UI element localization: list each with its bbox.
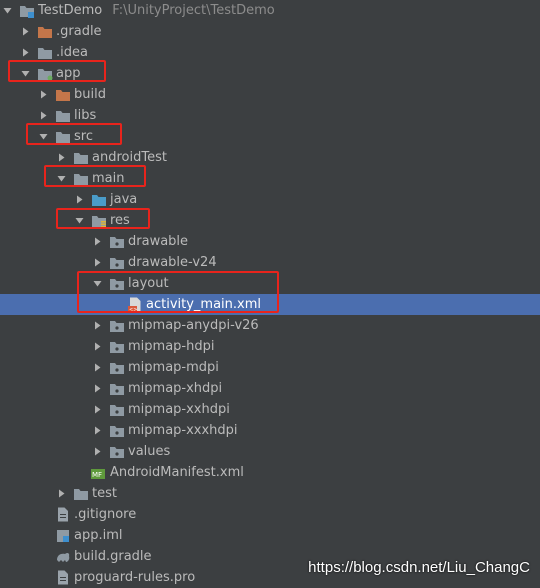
tree-row-gitignore[interactable]: .gitignore — [0, 504, 540, 525]
chevron-right-icon[interactable] — [38, 84, 48, 105]
package-folder-icon — [109, 381, 125, 397]
chevron-right-icon[interactable] — [92, 378, 102, 399]
tree-row-mipmap-anydpi-v26[interactable]: mipmap-anydpi-v26 — [0, 315, 540, 336]
text-file-icon — [55, 507, 71, 523]
project-name: TestDemo — [38, 3, 103, 18]
chevron-right-icon[interactable] — [92, 336, 102, 357]
tree-row-project-root[interactable]: TestDemo F:\UnityProject\TestDemo — [0, 0, 540, 21]
manifest-file-icon: MF — [91, 465, 107, 481]
tree-row-drawable-v24[interactable]: drawable-v24 — [0, 252, 540, 273]
chevron-right-icon[interactable] — [20, 21, 30, 42]
highlight-main — [44, 165, 146, 187]
folder-icon — [37, 45, 53, 61]
package-folder-icon — [109, 423, 125, 439]
chevron-right-icon[interactable] — [56, 483, 66, 504]
folder-orange-icon — [37, 24, 53, 40]
chevron-right-icon[interactable] — [92, 231, 102, 252]
tree-item-label: test — [92, 486, 117, 501]
tree-row-drawable[interactable]: drawable — [0, 231, 540, 252]
package-folder-icon — [109, 255, 125, 271]
tree-item-label: mipmap-mdpi — [128, 360, 219, 375]
tree-item-label: mipmap-anydpi-v26 — [128, 318, 259, 333]
folder-orange-icon — [55, 87, 71, 103]
chevron-right-icon[interactable] — [92, 252, 102, 273]
tree-item-label: java — [110, 192, 138, 207]
tree-item-label: build.gradle — [74, 549, 152, 564]
tree-row-androidmanifest-xml[interactable]: MF AndroidManifest.xml — [0, 462, 540, 483]
highlight-res — [56, 208, 150, 229]
highlight-app — [8, 60, 106, 82]
chevron-right-icon[interactable] — [92, 315, 102, 336]
tree-row-build[interactable]: build — [0, 84, 540, 105]
folder-icon — [73, 150, 89, 166]
chevron-down-icon[interactable] — [2, 0, 12, 21]
svg-text:MF: MF — [92, 471, 102, 479]
tree-item-label: mipmap-xhdpi — [128, 381, 223, 396]
tree-row-java[interactable]: java — [0, 189, 540, 210]
tree-row-mipmap-hdpi[interactable]: mipmap-hdpi — [0, 336, 540, 357]
folder-icon — [55, 108, 71, 124]
highlight-src — [26, 123, 122, 145]
chevron-right-icon[interactable] — [92, 399, 102, 420]
gradle-file-icon — [55, 549, 71, 565]
iml-file-icon — [55, 528, 71, 544]
tree-item-label: proguard-rules.pro — [74, 570, 196, 585]
tree-row-test[interactable]: test — [0, 483, 540, 504]
chevron-right-icon[interactable] — [92, 357, 102, 378]
tree-row-values[interactable]: values — [0, 441, 540, 462]
chevron-right-icon[interactable] — [74, 189, 84, 210]
package-folder-icon — [109, 318, 125, 334]
tree-row-app-iml[interactable]: app.iml — [0, 525, 540, 546]
tree-item-label: mipmap-xxxhdpi — [128, 423, 238, 438]
tree-item-label: drawable-v24 — [128, 255, 217, 270]
tree-item-label: AndroidManifest.xml — [110, 465, 244, 480]
tree-item-label: .gitignore — [74, 507, 137, 522]
tree-row-mipmap-mdpi[interactable]: mipmap-mdpi — [0, 357, 540, 378]
tree-row-mipmap-xxhdpi[interactable]: mipmap-xxhdpi — [0, 399, 540, 420]
tree-row-mipmap-xhdpi[interactable]: mipmap-xhdpi — [0, 378, 540, 399]
project-path: F:\UnityProject\TestDemo — [112, 3, 275, 18]
tree-item-label: .gradle — [56, 24, 102, 39]
highlight-layout — [77, 271, 279, 313]
package-folder-icon — [109, 444, 125, 460]
tree-item-label: values — [128, 444, 171, 459]
source-folder-icon — [91, 192, 107, 208]
package-folder-icon — [109, 360, 125, 376]
project-folder-icon — [19, 3, 35, 19]
tree-item-label: drawable — [128, 234, 189, 249]
package-folder-icon — [109, 234, 125, 250]
package-folder-icon — [109, 402, 125, 418]
tree-row-mipmap-xxxhdpi[interactable]: mipmap-xxxhdpi — [0, 420, 540, 441]
tree-row-gradle[interactable]: .gradle — [0, 21, 540, 42]
tree-item-label: app.iml — [74, 528, 123, 543]
tree-item-label: mipmap-hdpi — [128, 339, 215, 354]
tree-item-label: mipmap-xxhdpi — [128, 402, 230, 417]
chevron-right-icon[interactable] — [92, 420, 102, 441]
chevron-right-icon[interactable] — [92, 441, 102, 462]
text-file-icon — [55, 570, 71, 586]
folder-icon — [73, 486, 89, 502]
package-folder-icon — [109, 339, 125, 355]
tree-item-label: build — [74, 87, 106, 102]
watermark: https://blog.csdn.net/Liu_ChangC — [308, 559, 530, 576]
